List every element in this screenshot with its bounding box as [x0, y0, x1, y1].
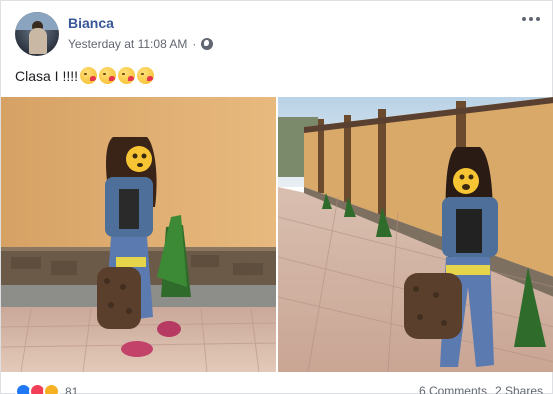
engagement-counts: 6 Comments 2 Shares — [419, 384, 543, 394]
author-name[interactable]: Bianca — [68, 15, 114, 31]
meta-separator: · — [192, 37, 197, 51]
dot-icon — [536, 17, 540, 21]
timestamp-link[interactable]: Yesterday at 11:08 AM — [68, 37, 187, 51]
post-meta: Yesterday at 11:08 AM · — [68, 37, 214, 51]
reactions-summary[interactable]: 81 — [15, 383, 78, 394]
photo-2[interactable] — [278, 97, 553, 372]
comments-link[interactable]: 6 Comments — [419, 384, 487, 394]
kissing-heart-emoji-icon — [137, 67, 155, 84]
dot-icon — [529, 17, 533, 21]
globe-icon[interactable] — [201, 38, 214, 50]
kissing-heart-emoji-icon — [80, 67, 98, 84]
dot-icon — [522, 17, 526, 21]
kissing-heart-emoji-icon — [118, 67, 136, 84]
kissing-heart-emoji-icon — [99, 67, 117, 84]
wow-icon — [43, 383, 60, 394]
reaction-count: 81 — [65, 384, 79, 394]
more-options-button[interactable] — [522, 17, 540, 21]
shares-link[interactable]: 2 Shares — [495, 384, 543, 394]
photo-1[interactable] — [1, 97, 276, 372]
post-text: Clasa I !!!! — [15, 67, 155, 84]
post-footer: 81 6 Comments 2 Shares — [15, 381, 545, 394]
avatar[interactable] — [15, 12, 59, 56]
post-card: Bianca Yesterday at 11:08 AM · Clasa I !… — [0, 0, 553, 394]
post-text-body: Clasa I !!!! — [15, 67, 79, 84]
